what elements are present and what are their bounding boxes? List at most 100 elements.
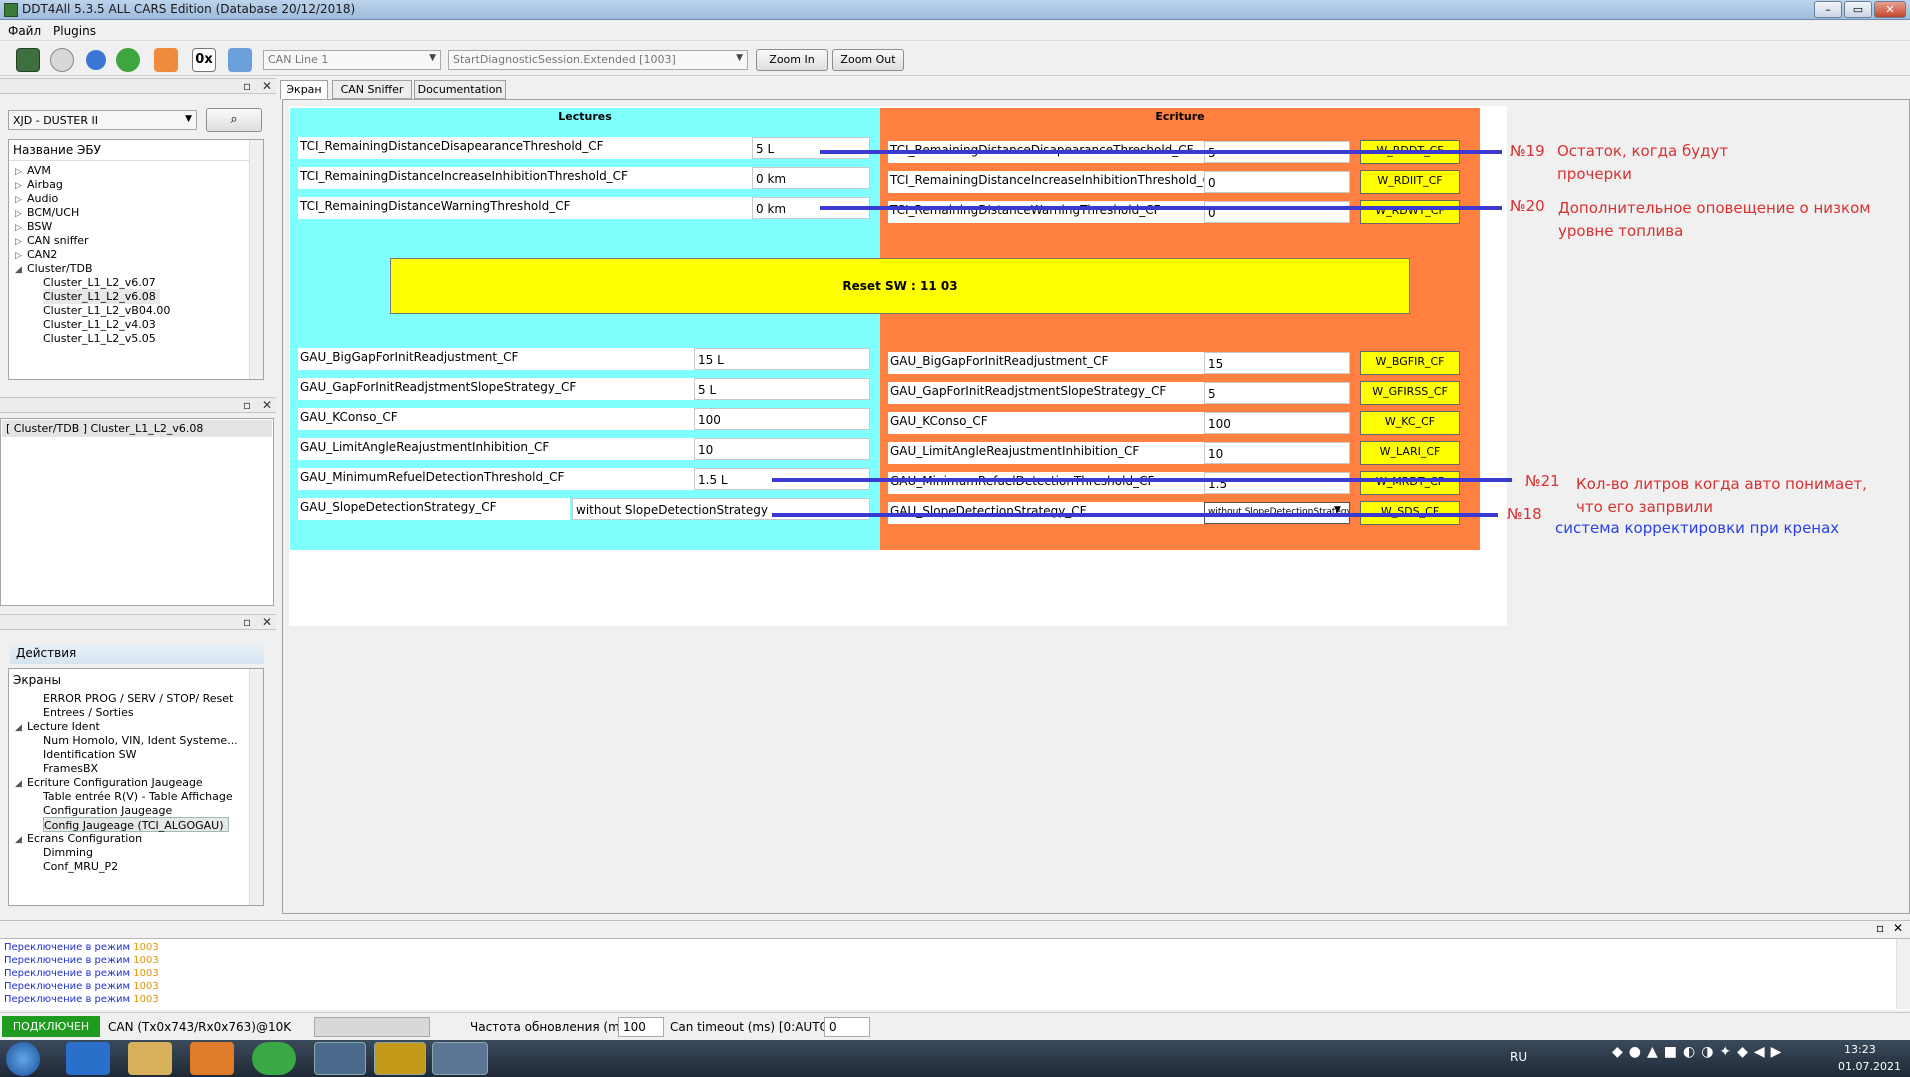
tree-item[interactable]: Dimming xyxy=(43,845,97,860)
refresh-spinbox[interactable]: 100 xyxy=(618,1017,664,1037)
tree-item[interactable]: Table entrée R(V) - Table Affichage xyxy=(43,789,237,804)
close-icon[interactable]: ✕ xyxy=(262,79,272,93)
chevron-down-icon[interactable]: ◢ xyxy=(15,776,22,793)
tree-item[interactable]: Entrees / Sorties xyxy=(43,705,138,720)
tree-item[interactable]: BCM/UCH xyxy=(27,205,83,220)
tree-item[interactable]: Airbag xyxy=(27,177,67,192)
vehicle-select[interactable]: XJD - DUSTER II ▼ xyxy=(8,110,197,130)
taskbar-ddt4all-icon[interactable] xyxy=(374,1042,426,1075)
undock-icon[interactable]: ▫ xyxy=(243,398,251,412)
write-value-input[interactable]: 1.5 xyxy=(1204,472,1350,494)
write-value-input[interactable]: 0 xyxy=(1204,201,1350,223)
tree-item[interactable]: FramesBX xyxy=(43,761,102,776)
timeout-spinbox[interactable]: 0 xyxy=(824,1017,870,1037)
language-indicator[interactable]: RU xyxy=(1510,1050,1527,1064)
chevron-down-icon[interactable]: ◢ xyxy=(15,262,22,279)
tab-can-sniffer[interactable]: CAN Sniffer xyxy=(332,80,412,99)
tree-item[interactable]: Num Homolo, VIN, Ident Systeme... xyxy=(43,733,242,748)
chevron-down-icon[interactable]: ◢ xyxy=(15,720,22,737)
taskbar-window-icon[interactable] xyxy=(432,1042,488,1075)
taskbar-explorer-icon[interactable] xyxy=(128,1042,172,1075)
zoom-out-button[interactable]: Zoom Out xyxy=(832,49,904,71)
screens-tree: Экраны ERROR PROG / SERV / STOP/ Reset En… xyxy=(8,668,264,906)
tree-item[interactable]: ERROR PROG / SERV / STOP/ Reset xyxy=(43,691,237,706)
heartbeat-icon[interactable] xyxy=(154,48,178,72)
close-icon[interactable]: ✕ xyxy=(262,615,272,629)
tree-item[interactable]: Lecture Ident xyxy=(27,719,104,734)
close-icon[interactable]: ✕ xyxy=(262,398,272,412)
undock-icon[interactable]: ▫ xyxy=(1876,921,1884,935)
ecu-tree-scrollbar[interactable] xyxy=(249,140,263,379)
write-value-input[interactable]: 0 xyxy=(1204,171,1350,193)
write-button[interactable]: W_RDIIT_CF xyxy=(1360,170,1460,194)
zoom-in-button[interactable]: Zoom In xyxy=(756,49,828,71)
sync-icon[interactable] xyxy=(116,48,140,72)
write-button[interactable]: W_GFIRSS_CF xyxy=(1360,381,1460,405)
write-button[interactable]: W_KC_CF xyxy=(1360,411,1460,435)
taskbar-media-icon[interactable] xyxy=(190,1042,234,1075)
tree-item[interactable]: Cluster_L1_L2_v4.03 xyxy=(43,317,160,332)
tree-item[interactable]: AVM xyxy=(27,163,55,178)
session-select[interactable]: StartDiagnosticSession.Extended [1003] ▼ xyxy=(448,50,748,70)
taskbar-ie-icon[interactable] xyxy=(66,1042,110,1075)
tree-item[interactable]: Cluster_L1_L2_v6.08 xyxy=(43,289,160,304)
menu-file[interactable]: Файл xyxy=(8,24,41,38)
write-button[interactable]: W_MRDT_CF xyxy=(1360,471,1460,495)
write-value-input[interactable]: 10 xyxy=(1204,442,1350,464)
log-scrollbar[interactable] xyxy=(1896,939,1910,1009)
status-bar: ПОДКЛЮЧЕН CAN (Tx0x743/Rx0x763)@10K Част… xyxy=(0,1012,1910,1040)
network-icon[interactable] xyxy=(228,48,252,72)
can-line-select[interactable]: CAN Line 1 ▼ xyxy=(263,50,441,70)
tree-item[interactable]: Ecriture Configuration Jaugeage xyxy=(27,775,207,790)
undock-icon[interactable]: ▫ xyxy=(243,79,251,93)
ecu-scan-icon[interactable] xyxy=(16,48,40,72)
close-icon[interactable]: ✕ xyxy=(1893,921,1903,935)
log-text: Переключение в режим xyxy=(4,968,131,979)
refresh-label: Частота обновления (ms): xyxy=(470,1020,635,1034)
write-button[interactable]: W_LARI_CF xyxy=(1360,441,1460,465)
minimize-button[interactable]: – xyxy=(1814,1,1842,18)
tab-screen[interactable]: Экран xyxy=(280,80,328,100)
menu-plugins[interactable]: Plugins xyxy=(53,24,96,38)
selected-ecu-item[interactable]: [ Cluster/TDB ] Cluster_L1_L2_v6.08 xyxy=(2,420,272,437)
chevron-down-icon[interactable]: ◢ xyxy=(15,832,22,849)
tree-item[interactable]: Ecrans Configuration xyxy=(27,831,146,846)
tree-item[interactable]: Config Jaugeage (TCI_ALGOGAU) xyxy=(43,817,229,832)
tree-item[interactable]: Cluster/TDB xyxy=(27,261,96,276)
reset-sw-button[interactable]: Reset SW : 11 03 xyxy=(390,258,1410,314)
tray-icons[interactable]: ◆●▲■◐◑✦◆◀▶ xyxy=(1612,1044,1787,1060)
tree-item[interactable]: Conf_MRU_P2 xyxy=(43,859,122,874)
tree-item[interactable]: Configuration Jaugeage xyxy=(43,803,176,818)
refresh-icon[interactable] xyxy=(86,50,106,70)
hex-icon[interactable]: 0x xyxy=(192,48,216,72)
write-button[interactable]: W_RDWT_CF xyxy=(1360,200,1460,224)
start-button[interactable] xyxy=(6,1042,40,1076)
tree-item[interactable]: Identification SW xyxy=(43,747,140,762)
tree-item[interactable]: Cluster_L1_L2_v6.07 xyxy=(43,275,160,290)
taskbar-app-icon[interactable] xyxy=(314,1042,366,1075)
tab-documentation[interactable]: Documentation xyxy=(414,80,506,99)
tree-item[interactable]: Cluster_L1_L2_vB04.00 xyxy=(43,303,174,318)
annotation-number-20: №20 xyxy=(1510,197,1545,215)
tree-item[interactable]: CAN sniffer xyxy=(27,233,93,248)
tree-item[interactable]: CAN2 xyxy=(27,247,61,262)
write-value-input[interactable]: 5 xyxy=(1204,382,1350,404)
window-title: DDT4All 5.3.5 ALL CARS Edition (Database… xyxy=(22,2,356,16)
screens-tree-scrollbar[interactable] xyxy=(249,669,263,905)
tree-item[interactable]: Audio xyxy=(27,191,62,206)
undock-icon[interactable]: ▫ xyxy=(243,615,251,629)
taskbar-chrome-icon[interactable] xyxy=(252,1042,296,1075)
ecu-panel-titlebar: ▫ ✕ xyxy=(0,78,276,94)
write-value-input[interactable]: 100 xyxy=(1204,412,1350,434)
lectures-header: Lectures xyxy=(558,110,612,123)
write-value-input[interactable]: 15 xyxy=(1204,352,1350,374)
close-button[interactable]: ✕ xyxy=(1874,1,1906,18)
write-button[interactable]: W_BGFIR_CF xyxy=(1360,351,1460,375)
maximize-button[interactable]: ▭ xyxy=(1844,1,1872,18)
search-ecu-button[interactable]: ⌕ xyxy=(206,108,262,132)
tree-item[interactable]: BSW xyxy=(27,219,56,234)
tree-item[interactable]: Cluster_L1_L2_v5.05 xyxy=(43,331,160,346)
log-line: Переключение в режим 1003 xyxy=(4,968,159,979)
search-icon: ⌕ xyxy=(230,112,238,127)
settings-icon[interactable] xyxy=(50,48,74,72)
